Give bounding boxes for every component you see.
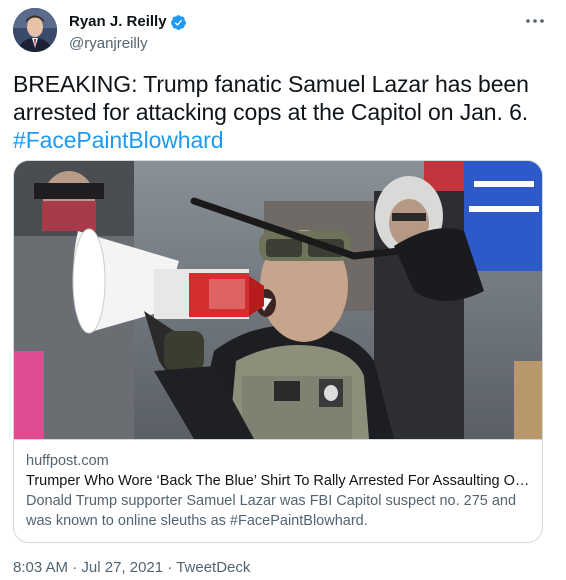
tweet: Ryan J. Reilly @ryanjreilly BREAKING: Tr… [0, 0, 566, 580]
card-description: Donald Trump supporter Samuel Lazar was … [26, 493, 517, 529]
tweet-metadata: 8:03 AM · Jul 27, 2021 · TweetDeck [13, 558, 250, 578]
card-meta: huffpost.com Trumper Who Wore ‘Back The … [14, 439, 542, 531]
meta-separator: · [68, 559, 82, 576]
avatar[interactable] [13, 8, 57, 52]
tweet-source[interactable]: TweetDeck [176, 559, 250, 576]
tweet-body: BREAKING: Trump fanatic Samuel Lazar has… [13, 71, 529, 125]
meta-separator: · [163, 559, 177, 576]
author-block: Ryan J. Reilly @ryanjreilly [69, 12, 187, 54]
tweet-date[interactable]: Jul 27, 2021 [81, 559, 163, 576]
handle[interactable]: @ryanjreilly [69, 34, 187, 54]
display-name[interactable]: Ryan J. Reilly [69, 12, 167, 32]
tweet-text: BREAKING: Trump fanatic Samuel Lazar has… [13, 70, 553, 154]
card-image[interactable] [14, 161, 542, 439]
tweet-time[interactable]: 8:03 AM [13, 559, 68, 576]
card-domain: huffpost.com [26, 453, 109, 469]
more-options-icon[interactable] [524, 12, 546, 30]
verified-badge-icon [170, 14, 187, 31]
card-title: Trumper Who Wore ‘Back The Blue’ Shirt T… [26, 473, 530, 489]
link-card[interactable]: huffpost.com Trumper Who Wore ‘Back The … [13, 160, 543, 543]
hashtag-link[interactable]: #FacePaintBlowhard [13, 127, 224, 153]
